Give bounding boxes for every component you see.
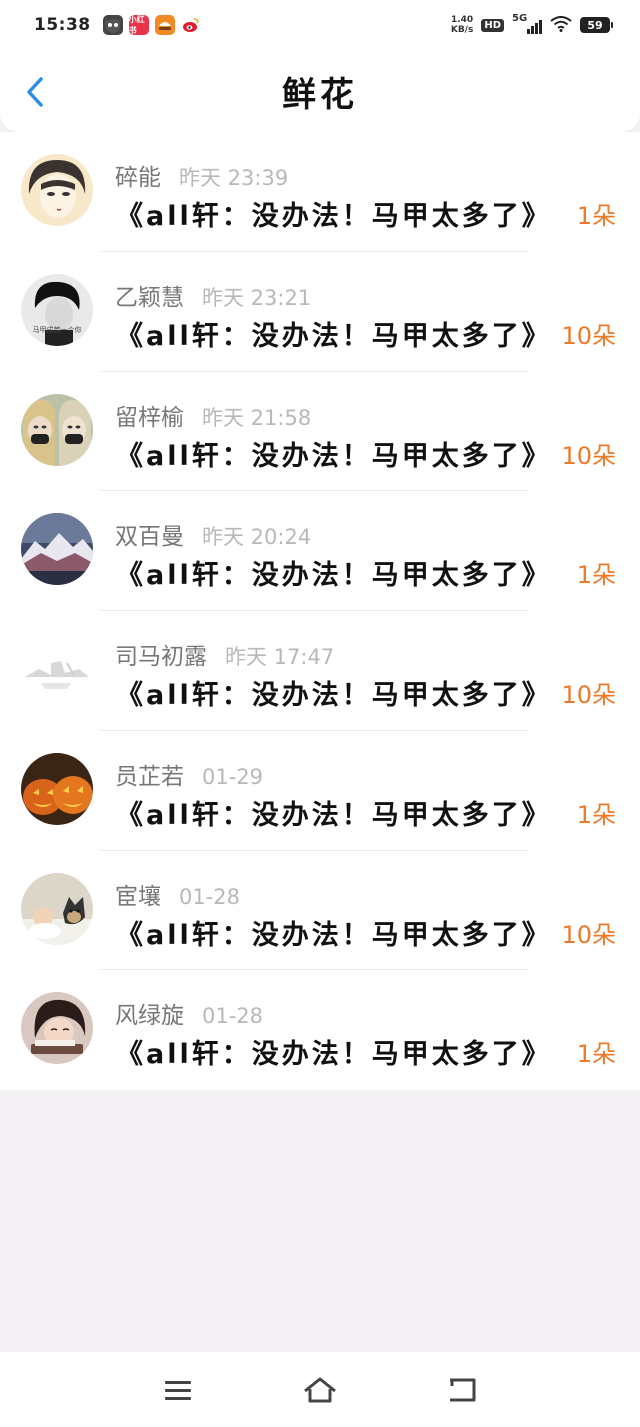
user-name[interactable]: 司马初露 bbox=[115, 637, 207, 671]
list-item[interactable]: 员芷若 01-29 《all轩：没办法！马甲太多了》 1朵 bbox=[0, 731, 640, 851]
two-girls-masks-avatar bbox=[21, 393, 93, 466]
chevron-left-icon bbox=[27, 77, 43, 107]
user-name[interactable]: 留梓榆 bbox=[115, 398, 184, 432]
flower-count: 1朵 bbox=[576, 202, 616, 230]
status-bar: 15:38 小红书 1.40 KB/s HD 5G 59 bbox=[0, 0, 640, 50]
name-line: 员芷若 01-29 bbox=[115, 757, 263, 791]
avatar bbox=[21, 752, 93, 825]
name-line: 留梓榆 昨天 21:58 bbox=[115, 398, 311, 432]
name-line: 宦壤 01-28 bbox=[115, 877, 240, 911]
xiaohongshu-app-icon: 小红书 bbox=[128, 15, 149, 35]
avatar bbox=[21, 992, 93, 1065]
page-title: 鲜花 bbox=[282, 74, 358, 115]
book-title: 《all轩：没办法！马甲太多了》 bbox=[116, 440, 552, 472]
timestamp: 昨天 21:58 bbox=[202, 405, 312, 430]
status-time: 15:38 bbox=[34, 15, 91, 35]
list-item[interactable]: 司马初露 昨天 17:47 《all轩：没办法！马甲太多了》 10朵 bbox=[0, 611, 640, 731]
wifi-icon bbox=[550, 15, 572, 35]
timestamp: 01-28 bbox=[179, 884, 241, 909]
baby-and-dog-avatar bbox=[21, 872, 93, 945]
book-title: 《all轩：没办法！马甲太多了》 bbox=[116, 799, 552, 831]
flower-count: 10朵 bbox=[561, 321, 616, 350]
reading-girl-avatar bbox=[21, 992, 93, 1065]
book-title: 《all轩：没办法！马甲太多了》 bbox=[116, 320, 552, 352]
signal-icon: 5G bbox=[512, 13, 542, 34]
food-app-icon bbox=[154, 15, 175, 35]
header: 鲜花 bbox=[0, 50, 640, 132]
timestamp: 昨天 23:21 bbox=[202, 285, 312, 310]
network-speed: 1.40 KB/s bbox=[451, 15, 473, 35]
book-title: 《all轩：没办法！马甲太多了》 bbox=[116, 919, 552, 951]
home-icon bbox=[304, 1377, 336, 1403]
flower-count: 10朵 bbox=[561, 441, 616, 470]
avatar-caption: 马甲成若一个你 bbox=[33, 325, 82, 334]
faded-landscape-avatar bbox=[21, 633, 93, 705]
flower-count: 1朵 bbox=[576, 800, 616, 829]
home-button[interactable] bbox=[302, 1372, 338, 1408]
book-title: 《all轩：没办法！马甲太多了》 bbox=[116, 680, 552, 711]
cartoon-girl-avatar bbox=[21, 154, 93, 226]
flower-count: 1朵 bbox=[576, 1040, 616, 1069]
battery-level: 59 bbox=[587, 18, 603, 32]
list-item[interactable]: 风绿旋 01-28 《all轩：没办法！马甲太多了》 1朵 bbox=[0, 970, 640, 1090]
list-item[interactable]: 宦壤 01-28 《all轩：没办法！马甲太多了》 10朵 bbox=[0, 851, 640, 971]
flower-count: 10朵 bbox=[561, 920, 616, 949]
flower-list: 碎能 昨天 23:39 《all轩：没办法！马甲太多了》 1朵 马甲成若一个你 … bbox=[0, 132, 640, 1090]
user-name[interactable]: 宦壤 bbox=[115, 877, 161, 911]
system-back-button[interactable] bbox=[444, 1372, 480, 1408]
timestamp: 01-29 bbox=[202, 764, 264, 789]
name-line: 碎能 昨天 23:39 bbox=[115, 158, 288, 192]
name-line: 风绿旋 01-28 bbox=[115, 996, 263, 1030]
list-item[interactable]: 双百曼 昨天 20:24 《all轩：没办法！马甲太多了》 1朵 bbox=[0, 491, 640, 611]
battery-icon: 59 bbox=[580, 17, 613, 33]
name-line: 乙颖慧 昨天 23:21 bbox=[115, 278, 311, 312]
user-name[interactable]: 双百曼 bbox=[115, 517, 184, 551]
pumpkins-avatar bbox=[21, 752, 93, 825]
bw-man-avatar: 马甲成若一个你 bbox=[21, 273, 93, 346]
menu-button[interactable] bbox=[160, 1372, 196, 1408]
book-title: 《all轩：没办法！马甲太多了》 bbox=[116, 201, 552, 232]
avatar: 马甲成若一个你 bbox=[21, 273, 93, 346]
status-app-icons: 小红书 bbox=[102, 15, 201, 35]
list-item[interactable]: 留梓榆 昨天 21:58 《all轩：没办法！马甲太多了》 10朵 bbox=[0, 372, 640, 492]
avatar bbox=[21, 633, 93, 705]
avatar bbox=[21, 393, 93, 466]
network-speed-value: 1.40 bbox=[450, 15, 474, 25]
avatar bbox=[21, 513, 93, 586]
timestamp: 01-28 bbox=[202, 1004, 264, 1029]
monkey-app-icon bbox=[102, 15, 123, 35]
menu-icon bbox=[165, 1381, 191, 1400]
hd-badge: HD bbox=[481, 18, 504, 32]
flower-count: 1朵 bbox=[576, 561, 616, 590]
avatar bbox=[21, 872, 93, 945]
network-speed-unit: KB/s bbox=[450, 25, 474, 35]
snowy-mountain-avatar bbox=[21, 513, 93, 586]
user-name[interactable]: 乙颖慧 bbox=[115, 278, 184, 312]
name-line: 司马初露 昨天 17:47 bbox=[115, 637, 334, 671]
user-name[interactable]: 碎能 bbox=[115, 158, 161, 192]
avatar bbox=[21, 154, 93, 226]
system-nav-bar bbox=[0, 1352, 640, 1427]
xiaohongshu-app-label: 小红书 bbox=[128, 15, 145, 35]
book-title: 《all轩：没办法！马甲太多了》 bbox=[116, 560, 552, 592]
timestamp: 昨天 20:24 bbox=[202, 525, 312, 550]
network-type: 5G bbox=[512, 13, 528, 24]
list-item[interactable]: 碎能 昨天 23:39 《all轩：没办法！马甲太多了》 1朵 bbox=[0, 132, 640, 252]
name-line: 双百曼 昨天 20:24 bbox=[115, 517, 311, 551]
user-name[interactable]: 员芷若 bbox=[115, 757, 184, 791]
back-button[interactable] bbox=[20, 74, 50, 110]
book-title: 《all轩：没办法！马甲太多了》 bbox=[116, 1039, 552, 1071]
status-indicators: 1.40 KB/s HD 5G 59 bbox=[451, 13, 613, 35]
list-item[interactable]: 马甲成若一个你 乙颖慧 昨天 23:21 《all轩：没办法！马甲太多了》 10… bbox=[0, 252, 640, 372]
timestamp: 昨天 23:39 bbox=[179, 166, 289, 190]
weibo-app-icon bbox=[180, 15, 201, 35]
flower-count: 10朵 bbox=[561, 681, 616, 709]
timestamp: 昨天 17:47 bbox=[225, 645, 335, 669]
back-icon bbox=[450, 1378, 476, 1402]
user-name[interactable]: 风绿旋 bbox=[115, 996, 184, 1030]
